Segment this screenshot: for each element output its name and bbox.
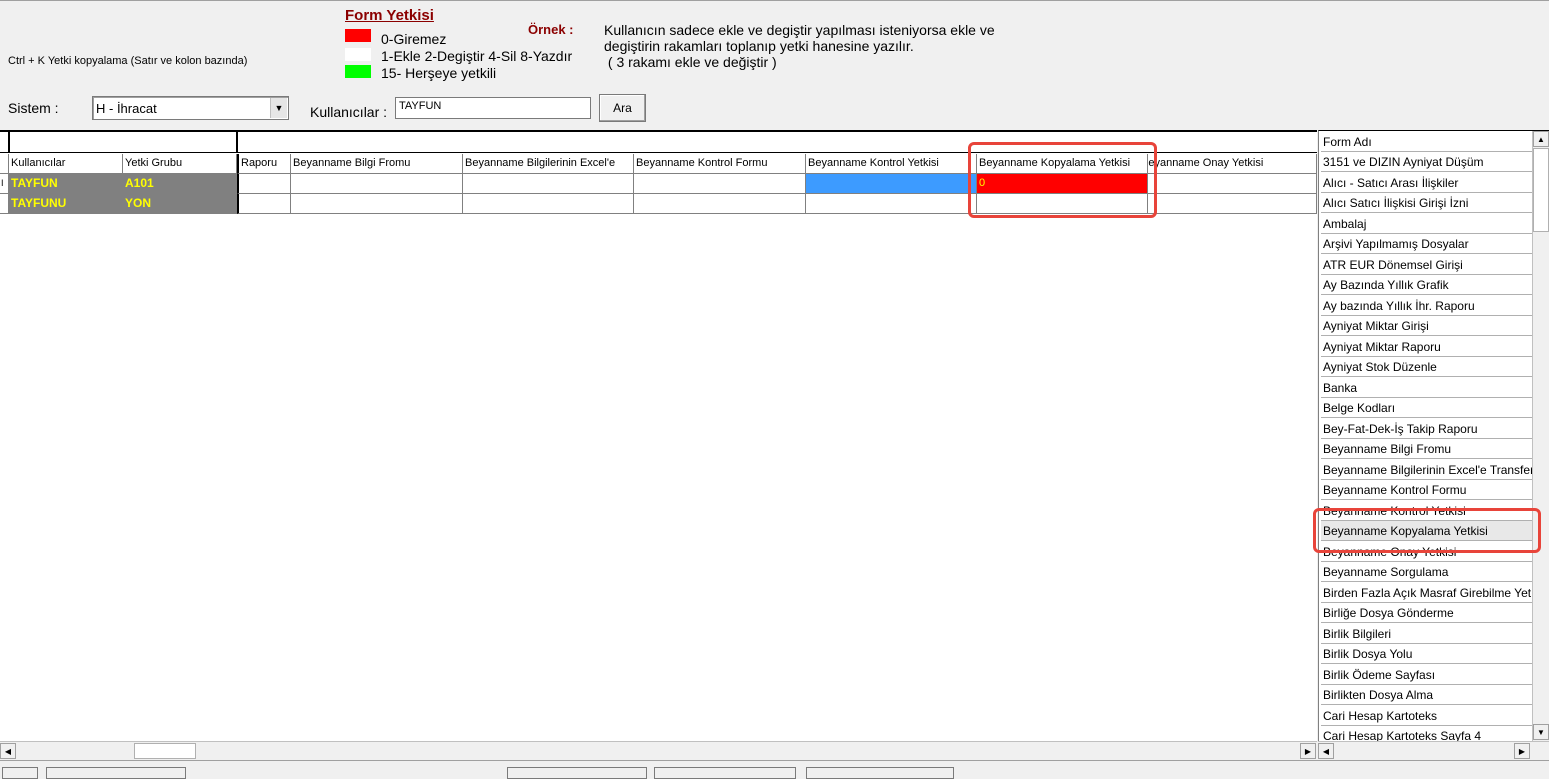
ornek-line-3: ( 3 rakamı ekle ve değiştir ) [604,54,777,70]
form-list-item[interactable]: Beyanname Kontrol Formu [1321,480,1534,500]
col-header-raporu[interactable]: Raporu [237,154,291,174]
perm-cell[interactable] [291,174,463,194]
permission-grid: Kullanıcılar Yetki Grubu Raporu Beyannam… [0,130,1317,741]
grid-hscrollbar[interactable]: ◀ ▶ [0,741,1317,759]
ara-button[interactable]: Ara [599,94,646,122]
sistem-label: Sistem : [8,100,59,116]
col-header-kontrol-formu[interactable]: Beyanname Kontrol Formu [634,154,806,174]
scroll-right-icon[interactable]: ▶ [1514,743,1530,759]
row-indicator[interactable]: I [0,174,9,194]
form-list-item[interactable]: Birden Fazla Açık Masraf Girebilme Yet [1321,582,1534,603]
form-list-item[interactable]: Banka [1321,377,1534,398]
form-list-item[interactable]: Ayniyat Miktar Girişi [1321,316,1534,336]
form-list-item[interactable]: Cari Hesap Kartoteks [1321,705,1534,726]
form-list-item[interactable]: Belge Kodları [1321,398,1534,418]
ornek-text: Kullanıcın sadece ekle ve degiştir yapıl… [604,22,995,70]
toolbar-button[interactable] [806,767,954,779]
form-list: Form Adı 3151 ve DIZIN Ayniyat Düşüm Alıcı… [1313,130,1549,746]
sistem-combobox[interactable]: H - İhracat ▼ [92,96,289,120]
legend-swatch-green [345,65,371,78]
group-cell[interactable]: YON [123,194,237,214]
form-list-item[interactable]: Bey-Fat-Dek-İş Takip Raporu [1321,418,1534,439]
legend-item-2: 15- Herşeye yetkili [381,65,497,81]
form-list-item[interactable]: Birlik Ödeme Sayfası [1321,664,1534,685]
col-header-yetki-grubu[interactable]: Yetki Grubu [123,154,237,174]
form-list-item[interactable]: Ambalaj [1321,213,1534,234]
perm-cell[interactable] [463,174,634,194]
kullanicilar-label: Kullanıcılar : [310,104,388,120]
legend-item-1: 1-Ekle 2-Degiştir 4-Sil 8-Yazdır [381,48,573,64]
copy-hint: Ctrl + K Yetki kopyalama (Satır ve kolon… [8,55,248,67]
form-list-item[interactable]: Birliğe Dosya Gönderme [1321,603,1534,623]
perm-cell-kontrol-yetkisi[interactable] [806,174,977,194]
perm-cell[interactable] [1148,174,1317,194]
scroll-left-icon[interactable]: ◀ [1318,743,1334,759]
scroll-thumb[interactable] [1533,148,1549,232]
highlight-box-grid [968,142,1157,218]
toolbar-button[interactable] [46,767,186,779]
form-list-item[interactable]: Ay Bazında Yıllık Grafik [1321,275,1534,295]
perm-cell[interactable] [237,194,291,214]
form-list-item[interactable]: Birlik Dosya Yolu [1321,644,1534,664]
ornek-label: Örnek : [528,22,574,37]
legend-swatch-white [345,48,371,61]
form-list-item[interactable]: Alıcı Satıcı İlişkisi Girişi İzni [1321,193,1534,213]
user-cell[interactable]: TAYFUNU [9,194,123,214]
col-header-bilgi-fromu[interactable]: Beyanname Bilgi Fromu [291,154,463,174]
form-list-item[interactable]: Ayniyat Miktar Raporu [1321,336,1534,357]
ornek-line-2: degiştirin rakamları toplanıp yetki hane… [604,38,914,54]
band-divider [8,132,10,153]
chevron-down-icon[interactable]: ▼ [270,98,287,118]
form-list-item[interactable]: 3151 ve DIZIN Ayniyat Düşüm [1321,152,1534,172]
col-header-excel[interactable]: Beyanname Bilgilerinin Excel'e [463,154,634,174]
scroll-down-icon[interactable]: ▼ [1533,724,1549,740]
legend-swatch-red [345,29,371,42]
form-list-item[interactable]: Beyanname Sorgulama [1321,562,1534,582]
list-hscrollbar[interactable]: ◀ ▶ [1318,741,1549,759]
scroll-up-icon[interactable]: ▲ [1533,131,1549,147]
col-header-onay-yetkisi[interactable]: Beyanname Onay Yetkisi [1148,154,1317,174]
highlight-box-list [1313,508,1541,553]
toolbar-button[interactable] [654,767,796,779]
form-list-item[interactable]: Alıcı - Satıcı Arası İlişkiler [1321,172,1534,193]
sistem-value: H - İhracat [96,101,157,116]
perm-cell[interactable] [291,194,463,214]
scroll-left-icon[interactable]: ◀ [0,743,16,759]
form-list-scrollbar[interactable]: ▲ ▼ [1532,131,1549,742]
perm-cell[interactable] [1148,194,1317,214]
window-top-border [0,0,1549,1]
row-indicator-header [0,154,9,174]
group-cell[interactable]: A101 [123,174,237,194]
user-cell[interactable]: TAYFUN [9,174,123,194]
band-divider [236,132,238,153]
form-list-item[interactable]: Ayniyat Stok Düzenle [1321,357,1534,377]
row-indicator[interactable] [0,194,9,214]
toolbar-button[interactable] [507,767,647,779]
form-list-item[interactable]: Ay bazında Yıllık İhr. Raporu [1321,295,1534,316]
kullanicilar-input[interactable]: TAYFUN [395,97,591,119]
scroll-right-icon[interactable]: ▶ [1300,743,1316,759]
toolbar-button[interactable] [2,767,38,779]
form-list-item[interactable]: Birlikten Dosya Alma [1321,685,1534,705]
form-list-item[interactable]: ATR EUR Dönemsel Girişi [1321,254,1534,275]
form-list-item[interactable]: Birlik Bilgileri [1321,623,1534,644]
perm-cell[interactable] [237,174,291,194]
legend-item-0: 0-Giremez [381,31,447,47]
perm-cell[interactable] [634,174,806,194]
perm-cell[interactable] [463,194,634,214]
form-list-item[interactable]: Beyanname Bilgi Fromu [1321,439,1534,459]
col-header-kullanicilar[interactable]: Kullanıcılar [9,154,123,174]
ornek-line-1: Kullanıcın sadece ekle ve degiştir yapıl… [604,22,995,38]
legend-title: Form Yetkisi [345,7,434,24]
col-header-kontrol-yetkisi[interactable]: Beyanname Kontrol Yetkisi [806,154,977,174]
form-list-item[interactable]: Arşivi Yapılmamış Dosyalar [1321,234,1534,254]
hscroll-thumb[interactable] [134,743,196,759]
perm-cell[interactable] [806,194,977,214]
form-list-item[interactable]: Beyanname Bilgilerinin Excel'e Transfer [1321,459,1534,480]
perm-cell[interactable] [634,194,806,214]
form-list-header[interactable]: Form Adı [1321,132,1534,152]
